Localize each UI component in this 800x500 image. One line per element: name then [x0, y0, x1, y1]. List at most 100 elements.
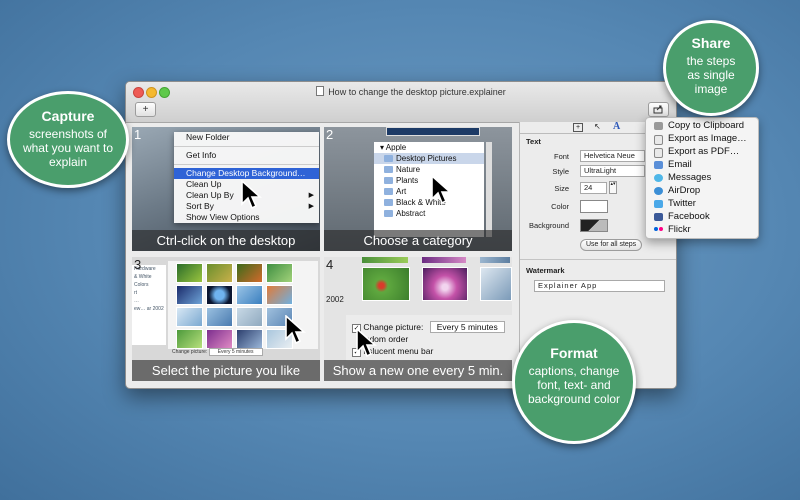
- background-color-swatch[interactable]: [580, 219, 608, 232]
- close-window-button[interactable]: [133, 87, 144, 98]
- pdf-icon: [654, 148, 663, 158]
- thumbnail[interactable]: [362, 267, 410, 301]
- thumbnail[interactable]: [422, 257, 466, 263]
- add-step-button[interactable]: +: [135, 102, 156, 117]
- thumbnail[interactable]: [266, 263, 293, 283]
- side-list-item[interactable]: & White: [134, 273, 166, 281]
- tree-scrollbar[interactable]: [486, 142, 492, 237]
- share-item-label: Facebook: [668, 211, 710, 222]
- mouse-cursor-icon: [356, 328, 377, 358]
- menu-item-show-view-options[interactable]: Show View Options: [174, 212, 319, 223]
- font-field[interactable]: Helvetica Neue: [580, 150, 645, 162]
- share-item-export-image[interactable]: Export as Image…: [646, 133, 747, 145]
- share-button[interactable]: [648, 102, 669, 117]
- tree-item-label: Plants: [396, 176, 419, 185]
- side-list-item[interactable]: ew… ar 2002: [134, 305, 166, 313]
- share-item-export-pdf[interactable]: Export as PDF…: [646, 146, 739, 158]
- share-item-facebook[interactable]: Facebook: [646, 211, 710, 223]
- pointer-icon[interactable]: ↖: [594, 122, 601, 131]
- thumbnail[interactable]: [206, 307, 233, 327]
- menu-separator: [174, 146, 319, 147]
- share-item-email[interactable]: Email: [646, 159, 692, 171]
- step-caption[interactable]: Choose a category: [324, 230, 512, 251]
- menu-item-change-desktop-background[interactable]: Change Desktop Background…: [174, 168, 319, 179]
- step-caption[interactable]: Ctrl-click on the desktop: [132, 230, 320, 251]
- step-number: 3: [134, 257, 142, 272]
- mini-setting-value[interactable]: Every 5 minutes: [208, 348, 263, 356]
- callout-title: Format: [550, 345, 598, 361]
- tree-item-nature[interactable]: Nature: [374, 164, 484, 175]
- share-item-messages[interactable]: Messages: [646, 172, 711, 184]
- add-box-icon[interactable]: +: [573, 123, 583, 132]
- share-item-airdrop[interactable]: AirDrop: [646, 185, 700, 197]
- size-stepper[interactable]: ▴▾: [609, 181, 617, 194]
- background-label: Background: [528, 221, 569, 230]
- thumbnail[interactable]: [176, 263, 203, 283]
- step-caption[interactable]: Select the picture you like: [132, 360, 320, 381]
- watermark-field[interactable]: Explainer App: [534, 280, 665, 292]
- callout-title: Capture: [41, 108, 95, 124]
- thumbnail[interactable]: [236, 307, 263, 327]
- zoom-window-button[interactable]: [159, 87, 170, 98]
- thumbnail[interactable]: [236, 285, 263, 305]
- thumbnail[interactable]: [206, 263, 233, 283]
- change-picture-select[interactable]: Every 5 minutes: [429, 321, 505, 333]
- minimize-window-button[interactable]: [146, 87, 157, 98]
- thumbnail[interactable]: [176, 329, 203, 349]
- use-for-all-steps-button[interactable]: Use for all steps: [580, 239, 643, 251]
- tree-item-label: Nature: [396, 165, 421, 174]
- folder-icon: [384, 199, 393, 206]
- step-number: 1: [134, 127, 142, 142]
- share-callout: Share the steps as single image: [663, 20, 759, 116]
- thumbnail[interactable]: [266, 285, 293, 305]
- tree-item-label: Art: [396, 187, 407, 196]
- side-list-item[interactable]: Colors: [134, 281, 166, 289]
- step-caption[interactable]: Show a new one every 5 min.: [324, 360, 512, 381]
- tree-item-plants[interactable]: Plants: [374, 175, 484, 186]
- tree-item-abstract[interactable]: Abstract: [374, 208, 484, 219]
- share-item-label: Email: [668, 159, 692, 170]
- side-list-item[interactable]: …: [134, 297, 166, 305]
- folder-icon: [384, 188, 393, 195]
- menu-item-get-info[interactable]: Get Info: [174, 150, 319, 161]
- share-item-flickr[interactable]: Flickr: [646, 224, 691, 236]
- share-item-label: Export as Image…: [668, 133, 747, 144]
- step-panel-3[interactable]: 3 Hardware & White Colors rt … ew… ar 20…: [132, 257, 320, 381]
- thumbnail[interactable]: [176, 307, 203, 327]
- share-item-twitter[interactable]: Twitter: [646, 198, 696, 210]
- thumbnail[interactable]: [422, 267, 468, 301]
- tree-item-art[interactable]: Art: [374, 186, 484, 197]
- menu-item-new-folder[interactable]: New Folder: [174, 132, 319, 143]
- airdrop-icon: [654, 187, 663, 195]
- category-tree: ▾ Apple Desktop Pictures Nature Plants A…: [374, 142, 484, 237]
- share-item-copy-to-clipboard[interactable]: Copy to Clipboard: [646, 120, 744, 132]
- style-field[interactable]: UltraLight: [580, 165, 645, 177]
- thumbnail[interactable]: [206, 285, 233, 305]
- title-bar: How to change the desktop picture.explai…: [126, 82, 676, 123]
- step-panel-4[interactable]: 4 2002 ✓ Change picture: Every 5 minutes…: [324, 257, 512, 381]
- facebook-icon: [654, 213, 663, 221]
- wallpaper-preview: [386, 127, 480, 136]
- thumbnail[interactable]: [480, 267, 512, 301]
- divider: [520, 259, 676, 260]
- text-format-icon[interactable]: A: [613, 121, 620, 132]
- step-panel-2[interactable]: 2 ▾ Apple Desktop Pictures Nature Plants…: [324, 127, 512, 251]
- size-field[interactable]: 24: [580, 182, 607, 194]
- thumbnail[interactable]: [236, 263, 263, 283]
- step-panel-1[interactable]: 1 New Folder Get Info Change Desktop Bac…: [132, 127, 320, 251]
- tree-item-black-white[interactable]: Black & White: [374, 197, 484, 208]
- thumbnail[interactable]: [206, 329, 233, 349]
- mail-icon: [654, 161, 663, 169]
- thumbnail[interactable]: [362, 257, 408, 263]
- share-item-label: Flickr: [668, 224, 691, 235]
- thumbnail[interactable]: [176, 285, 203, 305]
- folder-icon: [384, 166, 393, 173]
- side-list-item[interactable]: rt: [134, 289, 166, 297]
- tree-group-apple[interactable]: ▾ Apple: [374, 142, 484, 153]
- thumbnail[interactable]: [236, 329, 263, 349]
- image-icon: [654, 135, 663, 145]
- tree-item-desktop-pictures[interactable]: Desktop Pictures: [374, 153, 484, 164]
- share-menu: Copy to Clipboard Export as Image… Expor…: [645, 117, 759, 239]
- thumbnail[interactable]: [480, 257, 510, 263]
- text-color-swatch[interactable]: [580, 200, 608, 213]
